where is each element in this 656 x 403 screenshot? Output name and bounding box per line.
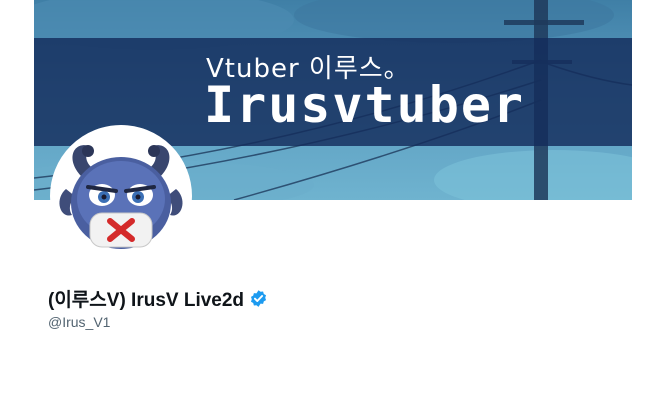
display-name-text: (이루스V) IrusV Live2d bbox=[48, 290, 245, 311]
profile-display-name: (이루스V) IrusV Live2d bbox=[48, 285, 268, 312]
avatar-character-image bbox=[59, 145, 183, 249]
avatar[interactable] bbox=[50, 125, 192, 267]
verified-badge-icon[interactable] bbox=[249, 289, 268, 308]
banner-title: Irusvtuber bbox=[204, 76, 526, 134]
profile-handle: @Irus_V1 bbox=[48, 314, 111, 330]
profile-page: Vtuber 이루스。 Irusvtuber (이루스V) IrusV Live… bbox=[0, 0, 656, 403]
